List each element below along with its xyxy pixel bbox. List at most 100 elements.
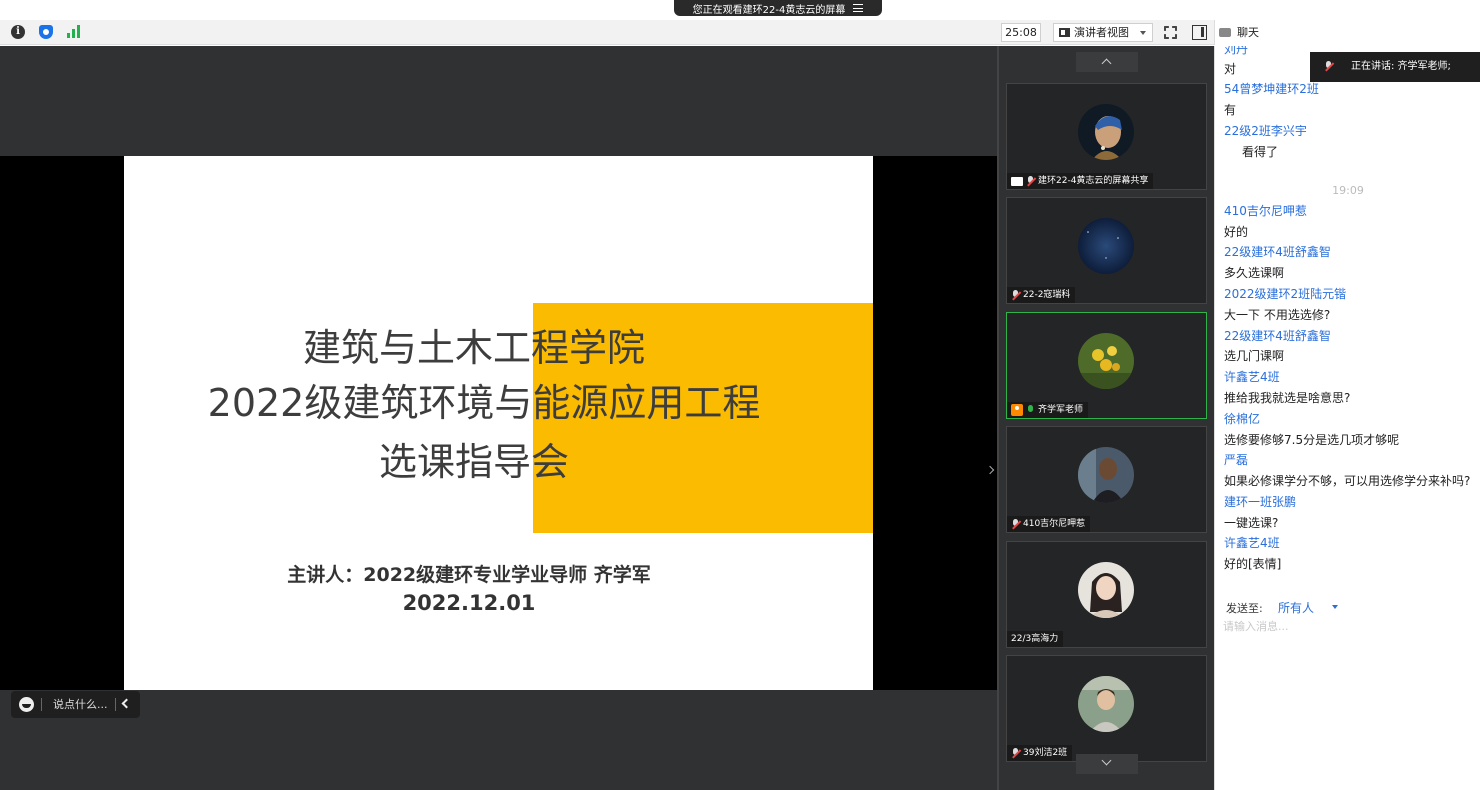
chat-message: 推给我我就选是啥意思? (1224, 391, 1351, 405)
presentation-slide: 建筑与土木工程学院 2022级建筑环境与能源应用工程 选课指导会 主讲人：202… (124, 156, 873, 690)
shared-screen-stage: 建筑与土木工程学院 2022级建筑环境与能源应用工程 选课指导会 主讲人：202… (0, 46, 997, 790)
chat-sender: 22级建环4班舒鑫智 (1224, 329, 1331, 343)
chat-message-input[interactable] (1223, 618, 1473, 718)
send-to-select[interactable]: 所有人 (1278, 599, 1314, 616)
participant-tile[interactable]: 建环22-4黄志云的屏幕共享 (1006, 83, 1207, 190)
scroll-up-button[interactable] (1076, 52, 1138, 72)
participant-label: 22/3高海力 (1007, 631, 1064, 647)
chevron-down-icon (1101, 755, 1112, 766)
slide-presenter: 主讲人：2022级建环专业学业导师 齐学军 (287, 564, 651, 586)
menu-icon[interactable] (853, 4, 864, 12)
mic-muted-icon (1026, 175, 1035, 187)
participant-name: 齐学军老师 (1038, 405, 1084, 415)
participant-name: 410吉尔尼呷惹 (1023, 519, 1086, 529)
chat-sender: 22级2班李兴宇 (1224, 124, 1307, 138)
meeting-timer: 25:08 (1001, 23, 1041, 42)
chevron-up-icon (1101, 58, 1112, 69)
screen-share-banner[interactable]: 您正在观看建环22-4黄志云的屏幕 (674, 0, 882, 16)
scroll-down-button[interactable] (1076, 754, 1138, 774)
chat-message: 如果必修课学分不够，可以用选修学分来补吗? (1224, 474, 1471, 488)
avatar (1078, 104, 1134, 160)
chat-message: 一键选课? (1224, 516, 1279, 530)
chat-message: 好的 (1224, 225, 1249, 239)
speaking-indicator: 正在讲话: 齐学军老师; (1310, 52, 1480, 82)
reaction-input[interactable]: 说点什么... (11, 691, 140, 718)
host-icon (1011, 404, 1023, 416)
participant-label: 22-2寇瑞科 (1007, 287, 1076, 303)
chat-time-divider: 19:09 (1332, 184, 1364, 197)
avatar (1078, 562, 1134, 618)
mic-on-icon (1026, 404, 1035, 416)
participant-label: 齐学军老师 (1007, 402, 1089, 418)
chevron-down-icon[interactable] (1332, 605, 1338, 609)
view-mode-label: 演讲者视图 (1074, 26, 1129, 39)
mic-muted-icon (1011, 289, 1020, 301)
avatar-image (1078, 104, 1134, 160)
slide-date: 2022.12.01 (402, 591, 536, 615)
participant-name: 39刘洁2班 (1023, 748, 1068, 758)
chat-messages[interactable]: 刘丹 对 54曾梦坤建环2班 有 22级2班李兴宇 看得了 19:09 410吉… (1214, 46, 1480, 594)
screen-share-banner-text: 您正在观看建环22-4黄志云的屏幕 (692, 4, 846, 16)
panel-expand-handle[interactable] (985, 462, 997, 482)
participant-tile[interactable]: 22/3高海力 (1006, 541, 1207, 648)
chat-sender: 严磊 (1224, 453, 1249, 467)
chat-message: 大一下 不用选选修? (1224, 308, 1331, 322)
avatar-image (1078, 447, 1134, 503)
participant-name: 建环22-4黄志云的屏幕共享 (1038, 176, 1149, 186)
mic-muted-icon (1011, 518, 1020, 530)
participant-tile[interactable]: 39刘洁2班 (1006, 655, 1207, 762)
slide-title-line1: 建筑与土木工程学院 (302, 326, 645, 370)
signal-strength-icon[interactable] (67, 25, 83, 39)
avatar-image (1078, 676, 1134, 732)
participant-video-list: 建环22-4黄志云的屏幕共享 22-2寇瑞科 齐学军老师 410吉尔尼呷惹 22… (999, 46, 1214, 790)
chat-compose: 发送至: 所有人 (1214, 594, 1480, 790)
divider (41, 698, 42, 711)
mic-muted-icon (1324, 61, 1333, 72)
info-icon[interactable]: i (11, 25, 25, 39)
screen-share-icon (1011, 176, 1023, 186)
chat-message: 对 (1224, 62, 1237, 76)
chat-message: 选几门课啊 (1224, 349, 1285, 363)
chat-sender: 410吉尔尼呷惹 (1224, 204, 1307, 218)
chat-icon (1219, 28, 1231, 37)
avatar (1078, 447, 1134, 503)
avatar (1078, 333, 1134, 389)
chevron-right-icon (985, 465, 995, 475)
participant-tile[interactable]: 22-2寇瑞科 (1006, 197, 1207, 304)
toolbar: i 25:08 演讲者视图 (0, 20, 1214, 45)
mic-muted-icon (1011, 747, 1020, 759)
chat-message: 多久选课啊 (1224, 266, 1285, 280)
chat-message: 选修要修够7.5分是选几项才够呢 (1224, 433, 1400, 447)
chat-header-title: 聊天 (1237, 26, 1259, 39)
shield-icon[interactable] (39, 25, 53, 39)
chat-sender: 徐棉亿 (1224, 412, 1261, 426)
chat-message: 看得了 (1242, 145, 1279, 159)
send-to-label: 发送至: (1226, 602, 1263, 615)
participant-tile[interactable]: 410吉尔尼呷惹 (1006, 426, 1207, 533)
chat-sender: 建环一班张鹏 (1224, 495, 1297, 509)
speaking-text: 正在讲话: 齐学军老师; (1351, 61, 1451, 72)
chat-sender: 许鑫艺4班 (1224, 370, 1280, 384)
avatar (1078, 676, 1134, 732)
participant-name: 22/3高海力 (1011, 634, 1059, 644)
avatar-image (1078, 562, 1134, 618)
chevron-left-icon[interactable] (121, 698, 132, 709)
chat-header: 聊天 (1214, 20, 1480, 45)
view-mode-select[interactable]: 演讲者视图 (1053, 23, 1153, 42)
smile-icon[interactable] (19, 697, 34, 712)
participant-label: 410吉尔尼呷惹 (1007, 516, 1091, 532)
chat-message: 有 (1224, 103, 1237, 117)
fullscreen-icon[interactable] (1164, 26, 1177, 39)
divider (115, 698, 116, 711)
participant-label: 建环22-4黄志云的屏幕共享 (1007, 173, 1154, 189)
avatar-image (1078, 333, 1134, 389)
chat-sender: 刘丹 (1224, 46, 1249, 56)
chat-sender: 22级建环4班舒鑫智 (1224, 245, 1331, 259)
speaker-view-icon (1059, 28, 1070, 37)
sidebar-toggle-icon[interactable] (1192, 25, 1207, 40)
avatar (1078, 218, 1134, 274)
participant-label: 39刘洁2班 (1007, 745, 1073, 761)
reaction-placeholder: 说点什么... (53, 698, 108, 711)
participant-tile-active[interactable]: 齐学军老师 (1006, 312, 1207, 419)
chat-sender: 2022级建环2班陆元锴 (1224, 287, 1347, 301)
